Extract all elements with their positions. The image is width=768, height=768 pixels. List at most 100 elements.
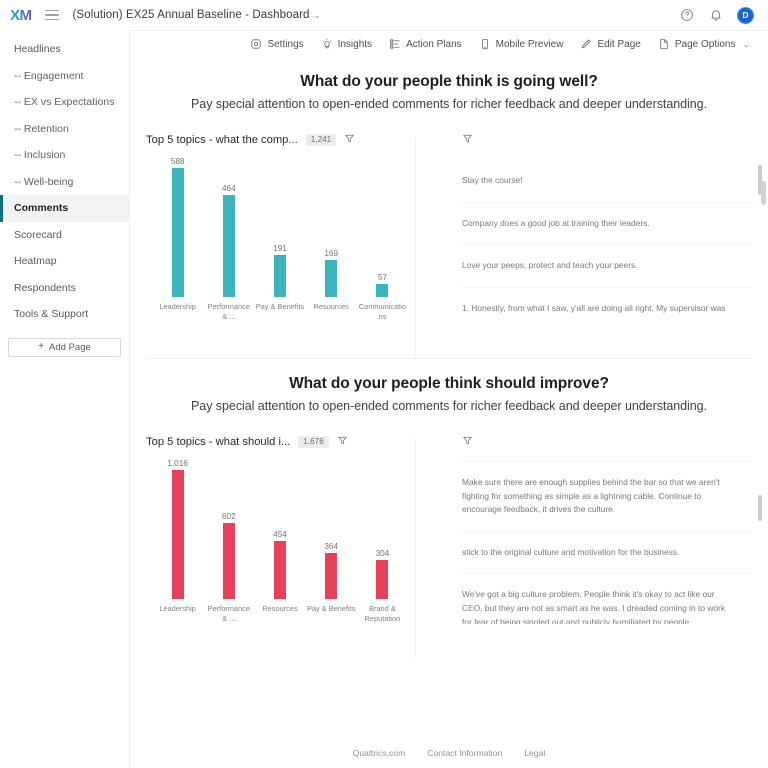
bar-slot[interactable]: 169 — [306, 157, 357, 297]
sidebar-item-headlines[interactable]: Headlines — [0, 36, 129, 63]
bar-slot[interactable]: 464 — [203, 157, 254, 297]
section-heading: What do your people think is going well?… — [130, 57, 768, 111]
list-item[interactable]: stick to the original culture and motiva… — [462, 532, 752, 575]
section-subtitle: Pay special attention to open-ended comm… — [191, 97, 707, 111]
comment-list[interactable]: Make sure there are enough supplies behi… — [462, 460, 752, 624]
body-wrapper: Headlines -- Engagement -- EX vs Expecta… — [0, 30, 768, 768]
x-tick-label: Performance & ... — [207, 302, 250, 321]
list-item[interactable]: We've got a big culture problem. People … — [462, 574, 752, 624]
x-tick-label: Performance & ... — [207, 603, 250, 623]
page-icon — [658, 38, 670, 50]
x-tick-label: Resources — [262, 603, 298, 613]
bar-slot[interactable]: 57 — [357, 157, 408, 297]
main-panel: Settings Insights Action Plans Mobile Pr… — [129, 30, 768, 768]
settings-label: Settings — [267, 38, 304, 50]
chevron-down-icon: ⌄ — [742, 38, 750, 49]
bar-slot[interactable]: 304 — [357, 459, 408, 599]
chevron-down-icon[interactable]: ⌄ — [314, 10, 322, 21]
action-plans-button[interactable]: Action Plans — [389, 38, 462, 50]
widget-title: Top 5 topics - what the comp... — [146, 134, 298, 146]
list-item[interactable]: Make sure there are enough supplies behi… — [462, 460, 752, 532]
bar-chart-2: 1,016 602 454 364 304 Leadership Perform… — [146, 459, 408, 624]
insights-button[interactable]: Insights — [321, 38, 372, 50]
page-title: What do your people think should improve… — [289, 374, 609, 392]
comments-scrollbar[interactable] — [758, 494, 762, 521]
bar[interactable] — [171, 168, 184, 297]
funnel-icon[interactable] — [462, 433, 473, 451]
bar-value: 588 — [170, 157, 185, 166]
bar[interactable] — [325, 260, 338, 297]
sidebar-item-heatmap[interactable]: Heatmap — [0, 248, 129, 275]
sidebar-item-tools-support[interactable]: Tools & Support — [0, 301, 129, 328]
avatar[interactable]: D — [737, 6, 754, 24]
comment-list[interactable]: Stay the course! Company does a good job… — [462, 159, 752, 316]
funnel-icon[interactable] — [462, 131, 473, 149]
list-item[interactable]: Stay the course! — [462, 159, 752, 203]
bar[interactable] — [171, 469, 184, 599]
sidebar-item-well-being[interactable]: -- Well-being — [0, 169, 129, 196]
bar-slot[interactable]: 454 — [254, 459, 305, 599]
bar[interactable] — [222, 195, 235, 297]
x-tick-label: Brand & Reputation — [364, 603, 401, 623]
sidebar-item-inclusion[interactable]: -- Inclusion — [0, 142, 129, 169]
bar-slot[interactable]: 364 — [306, 459, 357, 599]
footer-link-qualtrics[interactable]: Qualtrics.com — [353, 748, 406, 758]
bar[interactable] — [222, 522, 235, 599]
edit-page-button[interactable]: Edit Page — [580, 38, 641, 50]
dashboard-title[interactable]: (Solution) EX25 Annual Baseline - Dashbo… — [73, 9, 310, 21]
top-bar-actions: D — [679, 6, 758, 24]
list-item[interactable]: Love your peeps, protect and teach your … — [462, 245, 752, 288]
response-count-badge: 1,676 — [298, 435, 329, 449]
hamburger-icon[interactable] — [44, 9, 59, 21]
bar[interactable] — [274, 255, 286, 297]
bar-slot[interactable]: 1,016 — [152, 459, 203, 599]
response-count-badge: 1,241 — [305, 133, 337, 147]
bar-value: 454 — [273, 529, 287, 539]
page-scrollbar[interactable] — [761, 181, 766, 205]
page-options-button[interactable]: Page Options ⌄ — [658, 38, 750, 50]
sidebar-item-engagement[interactable]: -- Engagement — [0, 63, 129, 90]
bar[interactable] — [376, 559, 389, 599]
list-item[interactable]: Company does a good job at training thei… — [462, 203, 752, 246]
top-bar: XM (Solution) EX25 Annual Baseline - Das… — [0, 0, 768, 30]
sidebar-item-comments[interactable]: Comments — [0, 195, 129, 222]
section-going-well: What do your people think is going well?… — [130, 57, 768, 359]
bar-value: 304 — [375, 548, 390, 558]
bar-slot[interactable]: 602 — [203, 459, 254, 599]
edit-page-label: Edit Page — [597, 38, 641, 50]
bar-slot[interactable]: 588 — [152, 157, 203, 297]
pencil-icon — [580, 38, 592, 50]
bar-value: 57 — [377, 273, 387, 282]
chart-widget-2: Top 5 topics - what should i... 1,676 1,… — [140, 433, 416, 659]
add-page-button[interactable]: + Add Page — [8, 337, 121, 357]
footer-link-contact[interactable]: Contact Information — [427, 748, 502, 758]
action-plans-icon — [389, 38, 401, 50]
footer-link-legal[interactable]: Legal — [524, 748, 545, 758]
bar-value: 191 — [273, 244, 287, 253]
mobile-icon — [479, 38, 491, 50]
bar[interactable] — [325, 552, 338, 599]
sidebar-item-respondents[interactable]: Respondents — [0, 275, 129, 302]
mobile-preview-button[interactable]: Mobile Preview — [479, 38, 563, 50]
help-circle-icon[interactable] — [679, 7, 695, 23]
bar-value: 464 — [221, 184, 236, 193]
bars-container: 1,016 602 454 364 304 — [146, 459, 408, 599]
funnel-icon[interactable] — [337, 433, 348, 451]
bell-icon[interactable] — [708, 7, 724, 23]
section-heading: What do your people think should improve… — [130, 359, 768, 413]
comments-header — [462, 131, 752, 149]
funnel-icon[interactable] — [344, 131, 355, 149]
sidebar-item-ex-vs-expectations[interactable]: -- EX vs Expectations — [0, 89, 129, 116]
bar[interactable] — [274, 540, 286, 599]
bar-slot[interactable]: 191 — [254, 157, 305, 297]
dashboard-app: XM (Solution) EX25 Annual Baseline - Das… — [0, 0, 768, 768]
xm-logo[interactable]: XM — [10, 8, 32, 23]
settings-button[interactable]: Settings — [250, 38, 304, 50]
bar[interactable] — [376, 284, 389, 297]
sidebar-item-retention[interactable]: -- Retention — [0, 116, 129, 143]
insights-label: Insights — [337, 38, 373, 50]
sidebar-item-scorecard[interactable]: Scorecard — [0, 222, 129, 249]
x-axis-labels: Leadership Performance & ... Resources P… — [146, 604, 408, 624]
list-item[interactable]: 1. Honestly, from what I saw, y'all are … — [462, 288, 752, 316]
section-body: Top 5 topics - what should i... 1,676 1,… — [130, 433, 768, 659]
